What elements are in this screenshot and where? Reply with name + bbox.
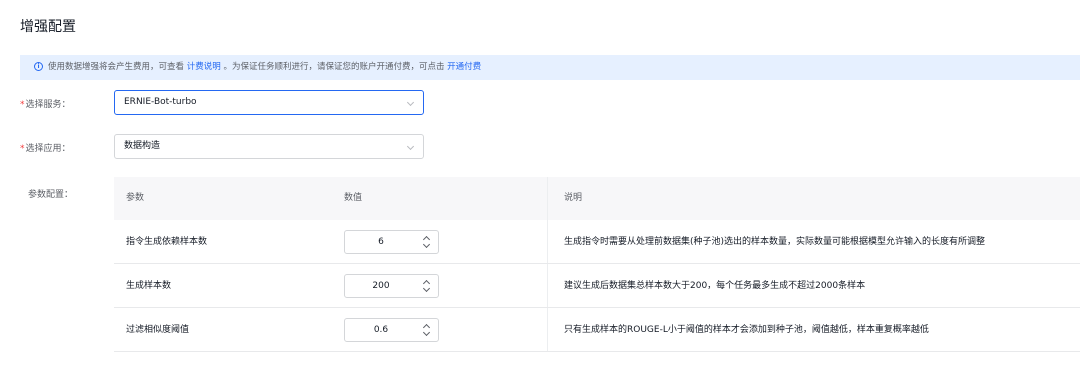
params-table: 参数 数值 说明 指令生成依赖样本数 6 生成指令时需要从处理前数据集(种子池)… — [114, 177, 1080, 352]
table-row: 过滤相似度阈值 0.6 只有生成样本的ROUGE-L小于阈值的样本才会添加到种子… — [114, 308, 1080, 352]
stepper-value[interactable]: 6 — [345, 231, 417, 253]
required-mark: * — [20, 144, 25, 154]
application-select[interactable]: 数据构造 — [114, 134, 424, 159]
quantity-stepper[interactable]: 0.6 — [344, 318, 439, 342]
params-label: 参数配置： — [28, 190, 74, 200]
notice-text-before: 使用数据增强将会产生费用，可查看 — [48, 62, 185, 72]
header-value: 数值 — [331, 177, 548, 220]
enable-payment-link[interactable]: 开通付费 — [447, 62, 481, 72]
value-cell: 200 — [331, 264, 548, 307]
billing-info-link[interactable]: 计费说明 — [187, 62, 221, 72]
stepper-value[interactable]: 200 — [345, 275, 417, 297]
table-row: 生成样本数 200 建议生成后数据集总样本数大于200，每个任务最多生成不超过2… — [114, 264, 1080, 308]
chevron-down-icon[interactable] — [422, 240, 431, 249]
required-mark: * — [20, 100, 25, 110]
chevron-down-icon — [406, 98, 415, 107]
stepper-arrows — [416, 275, 438, 297]
service-label-text: 选择服务： — [25, 100, 71, 110]
service-label: *选择服务： — [20, 97, 71, 110]
header-desc: 说明 — [564, 193, 583, 203]
value-cell: 6 — [331, 220, 548, 263]
param-name: 过滤相似度阈值 — [126, 325, 190, 335]
stepper-value[interactable]: 0.6 — [345, 319, 417, 341]
table-header: 参数 数值 说明 — [114, 177, 1080, 220]
header-param: 参数 — [126, 193, 145, 203]
augmentation-config-panel: 增强配置 i 使用数据增强将会产生费用，可查看 计费说明 。为保证任务顺利进行，请… — [0, 0, 1080, 381]
value-cell: 0.6 — [331, 308, 548, 351]
notice-text-middle: 。为保证任务顺利进行，请保证您的账户开通付费，可点击 — [223, 62, 445, 72]
stepper-arrows — [416, 231, 438, 253]
billing-notice: i 使用数据增强将会产生费用，可查看 计费说明 。为保证任务顺利进行，请保证您的账… — [20, 55, 1080, 80]
param-desc: 生成指令时需要从处理前数据集(种子池)选出的样本数量，实际数量可能根据模型允许输… — [564, 237, 986, 247]
application-label: *选择应用： — [20, 141, 71, 154]
info-icon: i — [34, 62, 43, 71]
param-name: 生成样本数 — [126, 281, 172, 291]
service-select-value: ERNIE-Bot-turbo — [124, 97, 197, 107]
table-row: 指令生成依赖样本数 6 生成指令时需要从处理前数据集(种子池)选出的样本数量，实… — [114, 220, 1080, 264]
page-title: 增强配置 — [20, 19, 76, 35]
stepper-arrows — [416, 319, 438, 341]
chevron-down-icon — [406, 142, 415, 151]
param-desc: 只有生成样本的ROUGE-L小于阈值的样本才会添加到种子池，阈值越低，样本重复概… — [564, 325, 929, 335]
param-name: 指令生成依赖样本数 — [126, 237, 208, 247]
quantity-stepper[interactable]: 200 — [344, 274, 439, 298]
chevron-down-icon[interactable] — [422, 284, 431, 293]
quantity-stepper[interactable]: 6 — [344, 230, 439, 254]
param-desc: 建议生成后数据集总样本数大于200，每个任务最多生成不超过2000条样本 — [564, 281, 866, 291]
application-select-value: 数据构造 — [124, 141, 161, 151]
service-select[interactable]: ERNIE-Bot-turbo — [114, 90, 424, 115]
chevron-down-icon[interactable] — [422, 328, 431, 337]
application-label-text: 选择应用： — [25, 144, 71, 154]
